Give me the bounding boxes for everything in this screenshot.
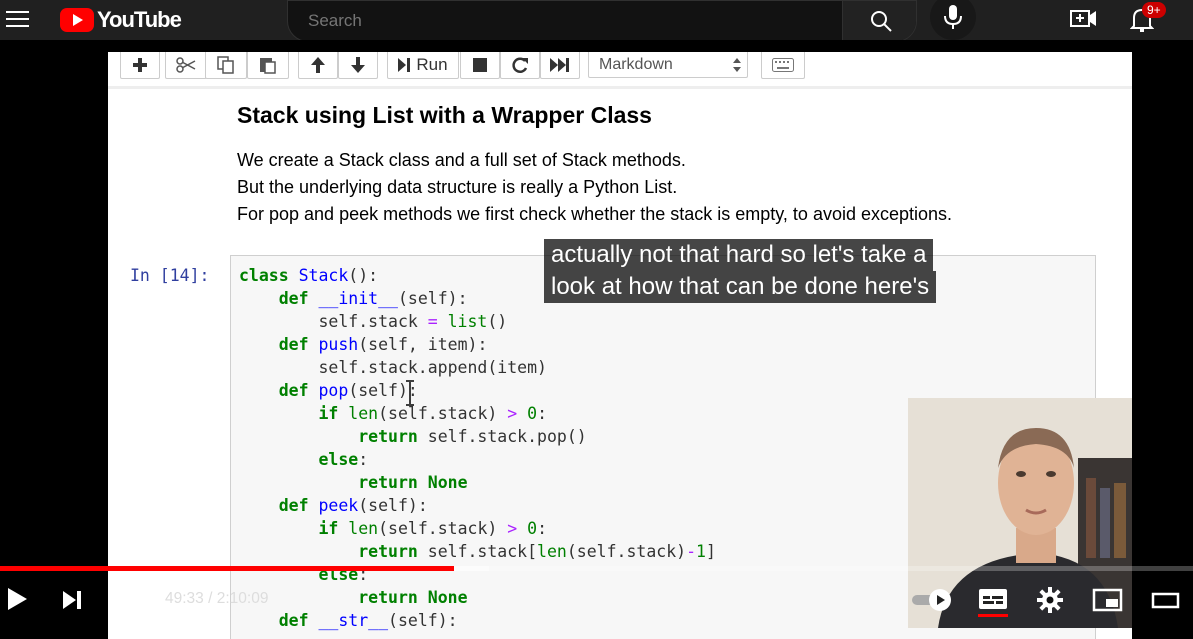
subtitles-button[interactable] <box>976 586 1010 618</box>
mute-button[interactable] <box>116 587 144 613</box>
scissors-icon <box>176 57 196 73</box>
settings-icon <box>1037 587 1063 613</box>
settings-button[interactable] <box>1036 586 1064 614</box>
search-box[interactable] <box>287 0 917 42</box>
progress-bar[interactable] <box>0 566 1193 571</box>
create-video-button[interactable] <box>1070 6 1098 32</box>
code-line: return self.stack.pop() <box>358 427 587 446</box>
time-separator: / <box>208 590 213 607</box>
youtube-logo[interactable]: YouTube <box>60 7 182 33</box>
cell-type-value: Markdown <box>599 55 673 73</box>
notebook-toolbar: Run Markdown <box>108 52 1132 82</box>
code-line: self.stack.append(item) <box>239 358 547 377</box>
restart-button[interactable] <box>500 52 540 79</box>
insert-cell-button[interactable] <box>120 52 160 79</box>
code-line: if len(self.stack) > 0: <box>318 404 547 423</box>
code-line: if len(self.stack) > 0: <box>318 519 547 538</box>
cut-button[interactable] <box>165 52 207 79</box>
code-line: return self.stack[len(self.stack)-1] <box>358 542 716 561</box>
video-create-icon <box>1070 10 1096 27</box>
current-time: 49:33 <box>165 590 204 607</box>
duration: 2:10:09 <box>216 590 269 607</box>
caption-window: actually not that hard so let's take a l… <box>544 239 937 303</box>
interrupt-button[interactable] <box>460 52 500 79</box>
code-line: else: <box>318 450 369 469</box>
code-line: def push(self, item): <box>278 335 488 354</box>
cell-paragraph: We create a Stack class and a full set o… <box>237 150 686 170</box>
paste-icon <box>260 58 276 74</box>
arrow-up-icon <box>311 57 325 73</box>
subtitles-icon <box>978 589 1008 617</box>
played-bar <box>0 566 454 571</box>
notification-badge: 9+ <box>1142 2 1166 18</box>
run-button[interactable]: Run <box>387 52 459 79</box>
arrow-down-icon <box>351 57 365 73</box>
code-line: def pop(self): <box>278 381 418 400</box>
copy-icon <box>217 56 234 74</box>
theater-mode-button[interactable] <box>1150 587 1182 613</box>
cell-heading: Stack using List with a Wrapper Class <box>237 102 652 128</box>
step-forward-icon <box>398 58 411 72</box>
code-line: class Stack(): <box>239 266 379 285</box>
notifications-button[interactable]: 9+ <box>1128 2 1172 34</box>
autoplay-toggle[interactable] <box>910 587 954 613</box>
cell-paragraph: For pop and peek methods we first check … <box>237 204 953 224</box>
youtube-header: YouTube 9+ <box>0 0 1193 42</box>
search-button[interactable] <box>842 1 916 41</box>
microphone-icon <box>944 5 962 29</box>
logo-text: YouTube <box>97 7 182 32</box>
toolbar-divider <box>108 86 1132 89</box>
search-input[interactable] <box>306 7 830 35</box>
autoplay-toggle-icon <box>912 589 951 611</box>
caption-line: look at how that can be done here's <box>544 271 937 303</box>
next-icon <box>63 591 81 609</box>
keyboard-icon <box>772 58 794 72</box>
move-up-button[interactable] <box>298 52 338 79</box>
paste-button[interactable] <box>247 52 289 79</box>
code-line: return None <box>358 473 468 492</box>
search-icon <box>871 11 892 32</box>
cell-paragraph: But the underlying data structure is rea… <box>237 177 678 197</box>
cell-prompt: In [14]: <box>130 266 210 285</box>
caption-line: actually not that hard so let's take a <box>544 239 934 271</box>
code-line: def peek(self): <box>278 496 428 515</box>
miniplayer-button[interactable] <box>1092 587 1124 613</box>
run-all-button[interactable] <box>540 52 580 79</box>
miniplayer-icon <box>1092 588 1123 612</box>
restart-icon <box>512 57 528 73</box>
voice-search-button[interactable] <box>930 0 976 40</box>
play-icon <box>8 588 27 610</box>
run-label: Run <box>416 55 448 74</box>
play-button[interactable] <box>6 586 32 614</box>
stop-icon <box>473 58 487 72</box>
cell-type-select[interactable]: Markdown <box>588 52 748 78</box>
next-button[interactable] <box>60 588 86 612</box>
player-controls: 49:33 / 2:10:09 <box>0 572 1193 628</box>
select-arrows-icon <box>733 58 741 72</box>
theater-icon <box>1151 592 1180 609</box>
plus-icon <box>133 58 147 72</box>
menu-icon[interactable] <box>6 8 30 30</box>
time-display: 49:33 / 2:10:09 <box>165 590 268 608</box>
command-palette-button[interactable] <box>761 52 805 79</box>
fast-forward-icon <box>550 58 569 72</box>
volume-icon <box>118 590 141 610</box>
youtube-play-logo-icon <box>60 8 94 32</box>
code-line: self.stack = list() <box>239 312 508 331</box>
move-down-button[interactable] <box>338 52 378 79</box>
text-cursor-icon <box>406 380 414 406</box>
code-line: def __init__(self): <box>278 289 468 308</box>
copy-button[interactable] <box>205 52 247 79</box>
